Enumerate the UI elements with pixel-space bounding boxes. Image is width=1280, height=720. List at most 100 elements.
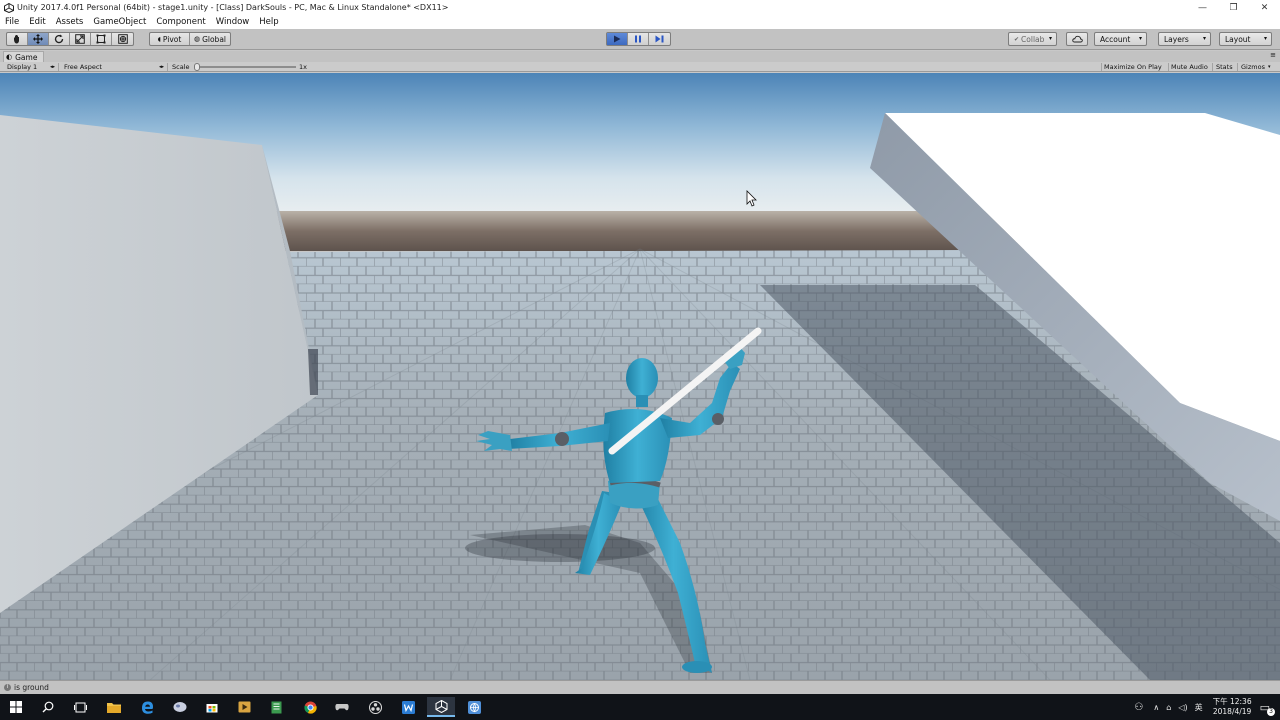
hand-icon bbox=[14, 35, 19, 44]
collab-check-icon: ✔ bbox=[1014, 35, 1020, 43]
volume-icon[interactable]: ◁) bbox=[1178, 703, 1187, 712]
unity-app[interactable] bbox=[427, 697, 455, 717]
game-viewport[interactable] bbox=[0, 73, 1280, 680]
rotate-icon bbox=[54, 34, 64, 44]
hand-tool-button[interactable] bbox=[7, 33, 28, 45]
rotate-tool-button[interactable] bbox=[49, 33, 70, 45]
layout-dropdown[interactable]: Layout ▾ bbox=[1219, 32, 1272, 46]
aspect-dropdown[interactable]: Free Aspect ◂▸ bbox=[64, 62, 166, 72]
cloud-button[interactable] bbox=[1066, 32, 1088, 46]
gizmos-label: Gizmos bbox=[1241, 63, 1265, 71]
clock-date: 2018/4/19 bbox=[1212, 707, 1252, 716]
pivot-button[interactable]: ◖ Pivot bbox=[150, 33, 190, 45]
global-button[interactable]: ◍ Global bbox=[190, 33, 230, 45]
menu-component[interactable]: Component bbox=[151, 17, 210, 27]
task-view-button[interactable] bbox=[66, 697, 94, 717]
tab-game[interactable]: ◐ Game bbox=[3, 51, 45, 62]
obs-app[interactable] bbox=[361, 697, 389, 717]
edge-browser-app[interactable] bbox=[133, 697, 161, 717]
notepad-icon bbox=[271, 701, 281, 713]
app-gamepad[interactable] bbox=[328, 697, 356, 717]
global-icon: ◍ bbox=[193, 35, 201, 43]
stats-toggle[interactable]: Stats bbox=[1216, 62, 1233, 72]
transform-tool-button[interactable] bbox=[112, 33, 133, 45]
scale-slider-track[interactable] bbox=[196, 66, 296, 68]
account-dropdown[interactable]: Account ▾ bbox=[1094, 32, 1147, 46]
media-app[interactable] bbox=[230, 697, 258, 717]
pivot-label: Pivot bbox=[162, 34, 182, 44]
game-tab-icon: ◐ bbox=[6, 53, 13, 61]
task-view-icon bbox=[73, 702, 87, 712]
start-button[interactable] bbox=[2, 697, 30, 717]
restore-button[interactable]: ❐ bbox=[1218, 0, 1249, 15]
ime-mode[interactable]: 英 bbox=[1195, 702, 1203, 713]
menu-assets[interactable]: Assets bbox=[51, 17, 89, 27]
game-tab-label: Game bbox=[15, 52, 38, 62]
move-tool-button[interactable] bbox=[28, 33, 49, 45]
menu-window[interactable]: Window bbox=[211, 17, 255, 27]
people-icon[interactable]: ⚇ bbox=[1134, 702, 1143, 713]
gizmos-dropdown[interactable]: Gizmos ▾ bbox=[1241, 62, 1270, 72]
pivot-group: ◖ Pivot ◍ Global bbox=[149, 32, 231, 46]
chevron-up-icon[interactable]: ∧ bbox=[1153, 703, 1159, 712]
collab-dropdown[interactable]: ✔ Collab ▾ bbox=[1008, 32, 1057, 46]
windows-taskbar: ⚇ ∧ ⌂ ◁) 英 下午 12:36 2018/4/19 ▭ 3 bbox=[0, 694, 1280, 720]
windows-logo-icon bbox=[10, 701, 22, 713]
collab-label: Collab bbox=[1021, 34, 1045, 44]
status-bar: i is ground bbox=[0, 680, 1280, 694]
chevron-down-icon: ◂▸ bbox=[49, 64, 55, 70]
media-player-icon bbox=[238, 701, 250, 713]
menu-help[interactable]: Help bbox=[254, 17, 283, 27]
maximize-on-play-toggle[interactable]: Maximize On Play bbox=[1104, 62, 1162, 72]
status-message[interactable]: is ground bbox=[14, 683, 49, 692]
minimize-button[interactable]: — bbox=[1187, 0, 1218, 15]
pause-button[interactable] bbox=[628, 33, 649, 45]
app-3[interactable] bbox=[166, 697, 194, 717]
store-bag-icon bbox=[206, 704, 218, 713]
mute-audio-toggle[interactable]: Mute Audio bbox=[1171, 62, 1208, 72]
notification-count: 3 bbox=[1267, 707, 1275, 716]
play-button[interactable] bbox=[607, 33, 628, 45]
layers-dropdown[interactable]: Layers ▾ bbox=[1158, 32, 1211, 46]
display-dropdown[interactable]: Display 1 ◂▸ bbox=[7, 62, 57, 72]
chrome-app[interactable] bbox=[296, 697, 324, 717]
chevron-down-icon: ◂▸ bbox=[158, 64, 164, 70]
global-label: Global bbox=[202, 34, 227, 44]
window-title: Unity 2017.4.0f1 Personal (64bit) - stag… bbox=[17, 3, 449, 12]
network-icon[interactable]: ⌂ bbox=[1166, 703, 1171, 712]
title-bar: Unity 2017.4.0f1 Personal (64bit) - stag… bbox=[0, 0, 1280, 15]
game-tab-bar: ◐ Game ≡ bbox=[0, 51, 1280, 62]
file-explorer-app[interactable] bbox=[100, 697, 128, 717]
rect-tool-button[interactable] bbox=[91, 33, 112, 45]
unity-icon bbox=[435, 699, 447, 713]
layout-label: Layout bbox=[1225, 34, 1251, 44]
search-icon bbox=[42, 701, 54, 713]
edge-icon bbox=[141, 701, 153, 714]
step-icon bbox=[655, 35, 664, 43]
search-button[interactable] bbox=[34, 697, 62, 717]
store-app[interactable] bbox=[198, 697, 226, 717]
scale-tool-button[interactable] bbox=[70, 33, 91, 45]
folder-icon bbox=[107, 702, 121, 713]
notification-center-button[interactable]: ▭ 3 bbox=[1260, 701, 1275, 716]
app-globe[interactable] bbox=[460, 697, 488, 717]
obs-icon bbox=[368, 700, 382, 714]
step-button[interactable] bbox=[649, 33, 670, 45]
gamepad-icon bbox=[335, 704, 349, 711]
transform-tools bbox=[6, 32, 134, 46]
unity-editor-window: Unity 2017.4.0f1 Personal (64bit) - stag… bbox=[0, 0, 1280, 720]
chevron-down-icon: ▾ bbox=[1048, 35, 1052, 42]
word-app[interactable] bbox=[394, 697, 422, 717]
menu-file[interactable]: File bbox=[0, 17, 24, 27]
close-button[interactable]: ✕ bbox=[1249, 0, 1280, 15]
account-label: Account bbox=[1100, 34, 1131, 44]
notepad-app[interactable] bbox=[262, 697, 290, 717]
pause-icon bbox=[635, 35, 641, 43]
tab-menu-icon[interactable]: ≡ bbox=[1270, 51, 1276, 59]
scale-value: 1x bbox=[299, 63, 307, 71]
info-icon: i bbox=[4, 684, 11, 691]
menu-edit[interactable]: Edit bbox=[24, 17, 50, 27]
clock[interactable]: 下午 12:36 2018/4/19 bbox=[1213, 697, 1252, 717]
scale-slider-thumb[interactable] bbox=[194, 63, 200, 71]
menu-gameobject[interactable]: GameObject bbox=[88, 17, 151, 27]
